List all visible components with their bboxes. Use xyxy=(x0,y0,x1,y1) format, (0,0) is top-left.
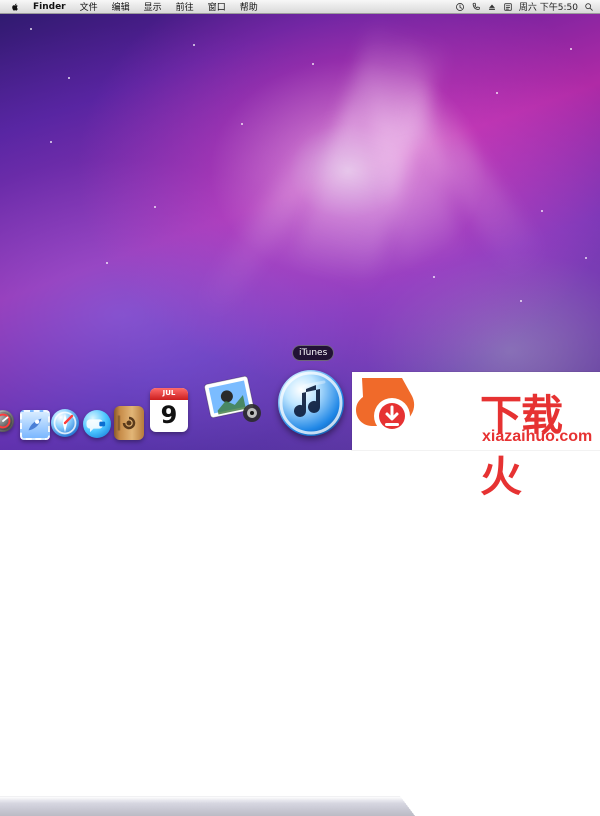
menu-edit[interactable]: 编辑 xyxy=(105,0,137,14)
menu-go[interactable]: 前往 xyxy=(169,0,201,14)
watermark-text: 下载火 xiazaihuo.com xyxy=(422,372,600,500)
dock-item-ical[interactable]: JUL 9 xyxy=(150,388,188,432)
menu-status-area: 周六 下午5:50 xyxy=(455,0,600,14)
watermark-banner: 下载火 xiazaihuo.com xyxy=(352,372,600,500)
dock-tooltip: iTunes xyxy=(292,345,335,361)
dock-item-safari[interactable] xyxy=(51,409,79,437)
phone-icon[interactable] xyxy=(471,2,481,12)
dock-item-dashboard[interactable] xyxy=(0,410,14,432)
dock-tooltip-text: iTunes xyxy=(299,348,328,358)
dock-item-itunes[interactable] xyxy=(278,370,344,436)
menu-left: Finder 文件 编辑 显示 前往 窗口 帮助 xyxy=(0,0,265,14)
watermark-site: xiazaihuo.com xyxy=(482,428,593,445)
xiazaihuo-flame-logo xyxy=(352,372,422,450)
menu-window[interactable]: 窗口 xyxy=(201,0,233,14)
menu-bar: Finder 文件 编辑 显示 前往 窗口 帮助 周六 下午5:50 xyxy=(0,0,600,14)
menu-clock[interactable]: 周六 下午5:50 xyxy=(519,0,578,13)
spotlight-search-icon[interactable] xyxy=(584,2,594,12)
ical-month: JUL xyxy=(162,389,176,397)
dock-item-iphoto[interactable] xyxy=(202,373,266,429)
menu-file[interactable]: 文件 xyxy=(73,0,105,14)
eject-icon[interactable] xyxy=(487,2,497,12)
dock-shelf xyxy=(0,796,415,816)
time-machine-icon[interactable] xyxy=(455,2,465,12)
menu-help[interactable]: 帮助 xyxy=(233,0,265,14)
menu-view[interactable]: 显示 xyxy=(137,0,169,14)
apple-icon[interactable] xyxy=(6,2,24,12)
ical-day: 9 xyxy=(160,401,178,429)
dock-item-address-book[interactable] xyxy=(114,406,144,440)
input-method-icon[interactable] xyxy=(503,2,513,12)
menu-app-finder[interactable]: Finder xyxy=(26,0,73,14)
dock-item-ichat[interactable] xyxy=(83,410,111,438)
dock-item-mail[interactable] xyxy=(20,410,50,440)
